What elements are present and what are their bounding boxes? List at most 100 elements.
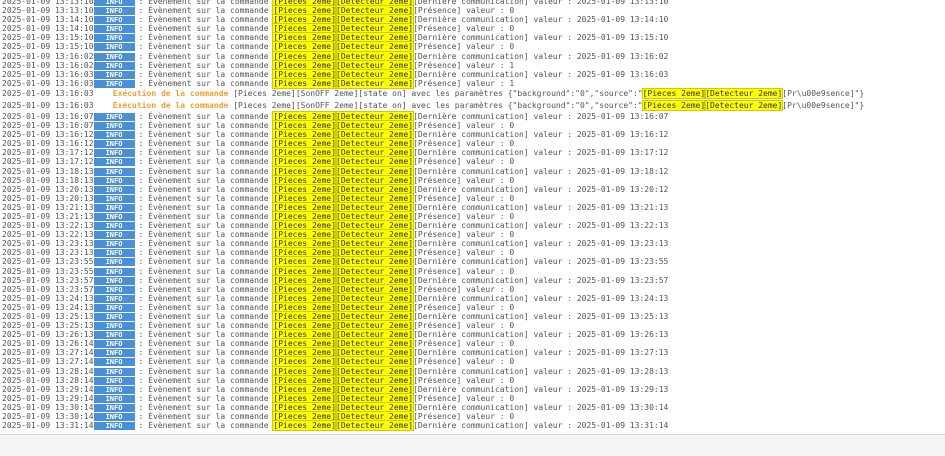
log-lines: 2025-01-09 13:13:10 INFO: Évènement sur l…	[2, 0, 865, 432]
highlight-object: [Pieces 2eme]	[272, 14, 338, 26]
highlight-device: [Detecteur 2eme]	[335, 183, 415, 195]
log-prefix: Évènement sur la commande	[148, 266, 269, 276]
log-timestamp: 2025-01-09 13:16:12	[2, 139, 94, 149]
level-badge: INFO	[93, 313, 135, 321]
level-badge: INFO	[93, 185, 135, 194]
level-badge: INFO	[93, 385, 135, 394]
highlight-object: [Pieces 2eme]	[272, 220, 338, 232]
exec-command: [Pieces 2eme][SonOFF 2eme][state on] ave…	[233, 100, 643, 110]
log-prefix: Évènement sur la commande	[148, 221, 269, 231]
level-badge: INFO	[93, 7, 135, 16]
level-badge: INFO	[93, 303, 135, 312]
log-prefix: Évènement sur la commande	[148, 275, 269, 285]
level-badge: INFO	[93, 222, 135, 231]
log-info: [Présence] valeur : 0	[413, 139, 515, 149]
level-badge: INFO	[93, 294, 135, 303]
log-line-exec: 2025-01-09 13:16:03 Exécution de la comm…	[2, 87, 864, 100]
log-timestamp: 2025-01-09 13:16:03	[2, 88, 94, 98]
highlight-object: [Pieces 2eme]	[272, 192, 338, 204]
log-timestamp: 2025-01-09 13:30:14	[2, 402, 94, 412]
log-line: 2025-01-09 13:13:10 INFO: Évènement sur l…	[2, 5, 515, 17]
log-prefix: Évènement sur la commande	[148, 24, 269, 34]
log-prefix: Évènement sur la commande	[148, 339, 269, 349]
highlight-device: [Detecteur 2eme]	[335, 283, 415, 295]
log-line: 2025-01-09 13:15:10 INFO: Évènement sur l…	[2, 41, 515, 53]
highlight-object: [Pieces 2eme]	[272, 174, 338, 186]
highlight-object: [Pieces 2eme]	[272, 59, 338, 71]
log-prefix: Évènement sur la commande	[148, 175, 269, 185]
exec-tail: [Pr\u00e9sence]"}	[782, 100, 865, 110]
log-timestamp: 2025-01-09 13:27:14	[2, 357, 94, 367]
highlight-device: [Detecteur 2eme]	[335, 311, 415, 322]
highlight-device: [Detecteur 2eme]	[335, 68, 415, 80]
highlight-object: [Pieces 2eme]	[272, 320, 338, 332]
log-info: [Présence] valeur : 0	[413, 393, 515, 403]
log-timestamp: 2025-01-09 13:29:14	[2, 393, 94, 403]
level-badge: INFO	[93, 43, 135, 52]
log-info: [Dernière communication] valeur : 2025-0…	[413, 148, 669, 158]
level-badge: INFO	[93, 158, 135, 167]
log-viewer[interactable]: 2025-01-09 13:13:10 INFO: Évènement sur l…	[0, 0, 945, 456]
log-info: [Présence] valeur : 0	[413, 339, 515, 349]
highlight-device: [Detecteur 2eme]	[335, 192, 415, 204]
log-timestamp: 2025-01-09 13:28:14	[2, 366, 94, 376]
log-prefix: Évènement sur la commande	[148, 239, 269, 249]
highlight-object: [Pieces 2eme]	[272, 329, 338, 341]
log-timestamp: 2025-01-09 13:14:10	[2, 24, 94, 34]
log-timestamp: 2025-01-09 13:16:12	[2, 130, 94, 140]
log-info: [Dernière communication] valeur : 2025-0…	[413, 421, 669, 431]
highlight-object: [Pieces 2eme]	[272, 292, 338, 304]
highlight-device: [Detecteur 2eme]	[335, 411, 415, 423]
log-info: [Présence] valeur : 0	[413, 121, 515, 131]
log-prefix: Évènement sur la commande	[148, 293, 269, 303]
log-line: 2025-01-09 13:23:55 INFO: Évènement sur l…	[2, 265, 515, 277]
log-line: 2025-01-09 13:21:13 INFO: Évènement sur l…	[2, 201, 669, 213]
log-prefix: Évènement sur la commande	[148, 330, 269, 340]
log-prefix: Évènement sur la commande	[148, 166, 269, 176]
log-timestamp: 2025-01-09 13:17:12	[2, 148, 94, 158]
highlight-object: [Pieces 2eme]	[272, 68, 338, 80]
log-info: [Présence] valeur : 0	[413, 266, 515, 276]
log-prefix: Évènement sur la commande	[148, 15, 269, 25]
log-info: [Dernière communication] valeur : 2025-0…	[413, 330, 669, 340]
highlight-device: [Detecteur 2eme]	[335, 147, 415, 159]
log-info: [Présence] valeur : 0	[413, 248, 515, 258]
level-badge: INFO	[93, 322, 135, 331]
level-badge: INFO	[93, 61, 135, 70]
highlight-object: [Pieces 2eme]	[272, 256, 338, 268]
level-badge: INFO	[93, 358, 135, 367]
log-prefix: Évènement sur la commande	[148, 60, 269, 70]
level-badge: INFO	[93, 240, 135, 249]
log-prefix: Évènement sur la commande	[148, 51, 269, 61]
log-timestamp: 2025-01-09 13:23:57	[2, 284, 94, 294]
log-timestamp: 2025-01-09 13:23:55	[2, 266, 94, 276]
log-line: 2025-01-09 13:26:13 INFO: Évènement sur l…	[2, 329, 669, 341]
log-timestamp: 2025-01-09 13:31:14	[2, 421, 94, 431]
highlight-device: [Detecteur 2eme]	[335, 77, 415, 89]
highlight-device: [Detecteur 2eme]	[335, 338, 415, 350]
highlight-object: [Pieces 2eme]	[272, 77, 338, 89]
log-timestamp: 2025-01-09 13:16:02	[2, 51, 94, 61]
highlight-device: [Detecteur 2eme]	[335, 329, 415, 341]
log-line: 2025-01-09 13:27:14 INFO: Évènement sur l…	[2, 356, 515, 368]
log-info: [Présence] valeur : 0	[413, 175, 515, 185]
highlight-device: [Detecteur 2eme]	[335, 110, 415, 122]
highlight-device: [Detecteur 2eme]	[335, 401, 415, 413]
level-badge: INFO	[93, 331, 135, 340]
log-prefix: Évènement sur la commande	[148, 284, 269, 294]
log-line: 2025-01-09 13:23:57 INFO: Évènement sur l…	[2, 283, 515, 295]
highlight-device: [Detecteur 2eme]	[335, 165, 415, 177]
log-timestamp: 2025-01-09 13:20:13	[2, 184, 94, 194]
log-prefix: Évènement sur la commande	[148, 393, 269, 403]
highlight-object: [Pieces 2eme]	[272, 411, 338, 423]
log-info: [Dernière communication] valeur : 2025-0…	[413, 384, 669, 394]
log-prefix: Évènement sur la commande	[148, 384, 269, 394]
highlight-device: [Detecteur 2eme]	[335, 41, 415, 53]
highlight-object: [Pieces 2eme]	[272, 392, 338, 404]
log-timestamp: 2025-01-09 13:26:13	[2, 330, 94, 340]
highlight-object: [Pieces 2eme]	[272, 274, 338, 286]
log-line: 2025-01-09 13:30:14 INFO: Évènement sur l…	[2, 401, 669, 413]
log-prefix: Évènement sur la commande	[148, 130, 269, 140]
level-badge: INFO	[93, 52, 135, 61]
exec-label: Exécution de la commande	[112, 100, 229, 110]
